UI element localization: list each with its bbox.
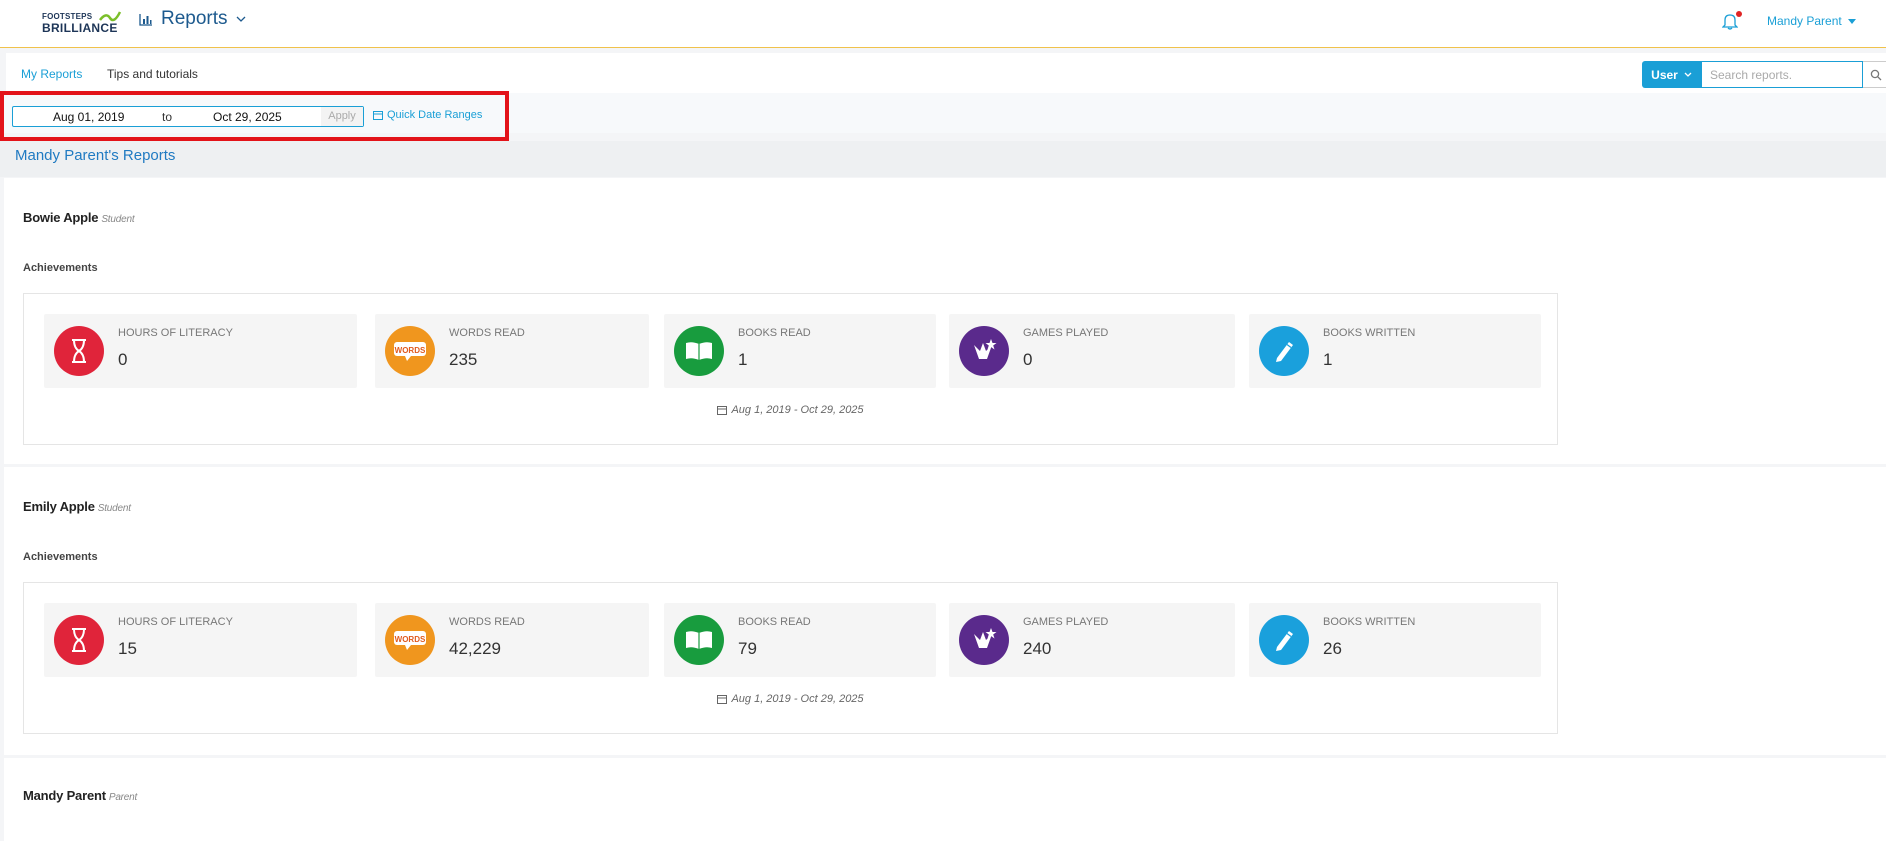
stat-label: Hours of Literacy [118, 327, 233, 339]
svg-text:WORDS: WORDS [395, 635, 426, 644]
stat-label: Books Written [1323, 616, 1416, 628]
user-filter-label: User [1651, 67, 1678, 82]
highlight-box [0, 91, 509, 141]
svg-text:WORDS: WORDS [395, 346, 426, 355]
search-reports-input[interactable]: Search reports. [1701, 61, 1863, 88]
user-name: Mandy Parent [1767, 14, 1842, 28]
stat-value: 1 [738, 350, 748, 369]
stat-value: 42,229 [449, 639, 501, 658]
stat-hours-of-literacy: Hours of Literacy 15 [44, 603, 357, 677]
user-filter-dropdown[interactable]: User [1642, 61, 1701, 88]
person-role: Parent [108, 792, 138, 803]
stats-date-range: Aug 1, 2019 - Oct 29, 2025 [24, 404, 1557, 418]
stat-games-played: Games Played 240 [949, 603, 1235, 677]
stat-books-written: Books Written 26 [1249, 603, 1541, 677]
stat-value: 1 [1323, 350, 1333, 369]
stat-label: Books Read [738, 327, 811, 339]
person-heading: Mandy Parent Parent [23, 788, 137, 803]
chevron-down-icon [236, 16, 245, 22]
stat-words-read: WORDS Words Read 235 [375, 314, 649, 388]
stat-value: 235 [449, 350, 478, 369]
person-role: Student [101, 214, 135, 225]
reports-title: Mandy Parent's Reports [15, 147, 176, 164]
stat-value: 240 [1023, 639, 1052, 658]
stat-value: 0 [118, 350, 128, 369]
open-book-icon [674, 615, 724, 665]
person-heading: Emily Apple Student [23, 499, 131, 514]
stat-value: 26 [1323, 639, 1342, 658]
words-bubble-icon: WORDS [385, 615, 435, 665]
stat-label: Games Played [1023, 327, 1109, 339]
tab-my-reports[interactable]: My Reports [21, 67, 82, 81]
stat-label: Games Played [1023, 616, 1109, 628]
achievements-card: Hours of Literacy 0 WORDS Words Read 235… [23, 293, 1558, 445]
achievements-card: Hours of Literacy 15 WORDS Words Read 42… [23, 582, 1558, 734]
stat-books-written: Books Written 1 [1249, 314, 1541, 388]
achievements-label: Achievements [23, 262, 98, 274]
reports-heading-bar: Mandy Parent's Reports [0, 141, 1886, 177]
words-bubble-icon: WORDS [385, 326, 435, 376]
stat-value: 79 [738, 639, 757, 658]
bar-chart-icon [139, 13, 152, 26]
game-pieces-icon [959, 326, 1009, 376]
chevron-down-icon [1684, 72, 1692, 77]
hourglass-icon [54, 326, 104, 376]
app-title: Reports [161, 8, 228, 29]
person-heading: Bowie Apple Student [23, 210, 135, 225]
stat-label: Words Read [449, 327, 525, 339]
sub-navigation: My Reports Tips and tutorials User Searc… [6, 53, 1886, 93]
app-title-menu[interactable]: Reports [139, 8, 246, 30]
parent-report-section: Mandy Parent Parent [4, 758, 1886, 841]
footsteps-brilliance-logo[interactable]: FOOTSTEPS BRILLIANCE [42, 10, 122, 38]
hourglass-icon [54, 615, 104, 665]
calendar-icon [717, 405, 728, 418]
stat-words-read: WORDS Words Read 42,229 [375, 603, 649, 677]
person-name: Mandy Parent [23, 788, 106, 803]
achievements-label: Achievements [23, 551, 98, 563]
stat-books-read: Books Read 79 [664, 603, 936, 677]
logo-swoosh-icon [99, 11, 122, 22]
stat-hours-of-literacy: Hours of Literacy 0 [44, 314, 357, 388]
person-name: Emily Apple [23, 499, 95, 514]
stat-value: 0 [1023, 350, 1033, 369]
calendar-icon [717, 694, 728, 707]
search-button[interactable] [1863, 61, 1886, 88]
stat-books-read: Books Read 1 [664, 314, 936, 388]
student-report-section: Emily Apple Student Achievements Hours of… [4, 467, 1886, 755]
search-icon [1870, 69, 1881, 80]
stat-label: Books Read [738, 616, 811, 628]
notification-dot [1736, 11, 1742, 17]
caret-down-icon [1847, 18, 1856, 24]
stat-games-played: Games Played 0 [949, 314, 1235, 388]
pencil-icon [1259, 326, 1309, 376]
notifications-bell[interactable] [1721, 11, 1742, 32]
stat-label: Books Written [1323, 327, 1416, 339]
tab-tips-and-tutorials[interactable]: Tips and tutorials [107, 67, 198, 81]
student-report-section: Bowie Apple Student Achievements Hours of… [4, 178, 1886, 464]
stats-date-range: Aug 1, 2019 - Oct 29, 2025 [24, 693, 1557, 707]
top-header: FOOTSTEPS BRILLIANCE Reports Mandy Paren… [0, 0, 1886, 48]
logo-line1: FOOTSTEPS [42, 12, 93, 21]
user-menu[interactable]: Mandy Parent [1767, 14, 1856, 28]
person-name: Bowie Apple [23, 210, 99, 225]
game-pieces-icon [959, 615, 1009, 665]
stat-value: 15 [118, 639, 137, 658]
stats-date-range-text: Aug 1, 2019 - Oct 29, 2025 [731, 404, 864, 416]
stat-label: Words Read [449, 616, 525, 628]
stat-label: Hours of Literacy [118, 616, 233, 628]
person-role: Student [97, 503, 131, 514]
stats-date-range-text: Aug 1, 2019 - Oct 29, 2025 [731, 693, 864, 705]
pencil-icon [1259, 615, 1309, 665]
open-book-icon [674, 326, 724, 376]
